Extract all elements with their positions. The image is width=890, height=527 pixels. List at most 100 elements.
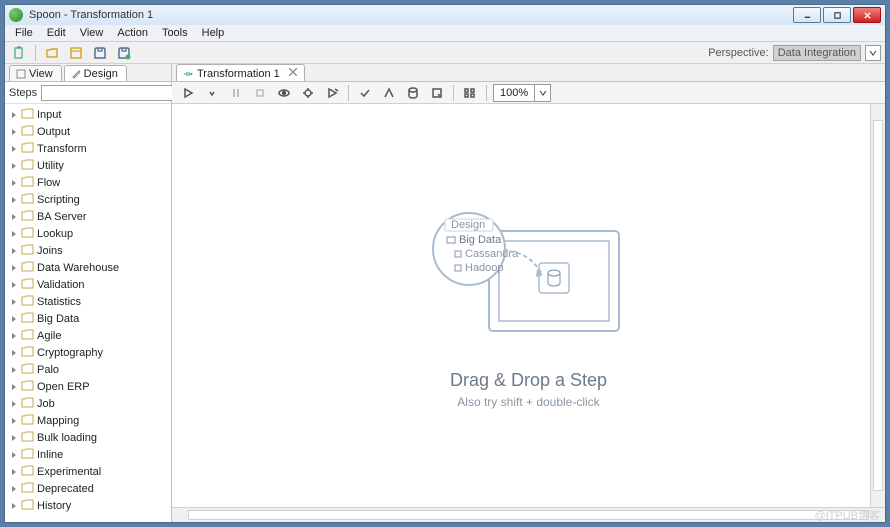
impact-button[interactable] — [379, 84, 399, 102]
folder-icon — [21, 278, 34, 292]
tree-node-flow[interactable]: Flow — [5, 174, 171, 191]
expand-arrow-icon[interactable] — [9, 314, 18, 323]
tree-node-lookup[interactable]: Lookup — [5, 225, 171, 242]
tree-node-ba-server[interactable]: BA Server — [5, 208, 171, 225]
tree-node-cryptography[interactable]: Cryptography — [5, 344, 171, 361]
explore-db-button[interactable] — [427, 84, 447, 102]
expand-arrow-icon[interactable] — [9, 127, 18, 136]
expand-arrow-icon[interactable] — [9, 144, 18, 153]
editor-tab-close-icon[interactable] — [288, 67, 298, 80]
tree-node-joins[interactable]: Joins — [5, 242, 171, 259]
show-results-button[interactable] — [460, 84, 480, 102]
menu-file[interactable]: File — [9, 26, 39, 40]
replay-button[interactable] — [322, 84, 342, 102]
expand-arrow-icon[interactable] — [9, 195, 18, 204]
expand-arrow-icon[interactable] — [9, 484, 18, 493]
expand-arrow-icon[interactable] — [9, 450, 18, 459]
stop-button[interactable] — [250, 84, 270, 102]
tree-node-input[interactable]: Input — [5, 106, 171, 123]
expand-arrow-icon[interactable] — [9, 229, 18, 238]
folder-icon — [21, 295, 34, 309]
menu-edit[interactable]: Edit — [41, 26, 72, 40]
expand-arrow-icon[interactable] — [9, 467, 18, 476]
open-file-button[interactable] — [42, 44, 62, 62]
tree-node-statistics[interactable]: Statistics — [5, 293, 171, 310]
menu-action[interactable]: Action — [111, 26, 154, 40]
expand-arrow-icon[interactable] — [9, 110, 18, 119]
steps-search-input[interactable] — [41, 85, 191, 101]
zoom-control[interactable]: 100% — [493, 84, 551, 102]
tree-node-inline[interactable]: Inline — [5, 446, 171, 463]
expand-arrow-icon[interactable] — [9, 280, 18, 289]
run-button[interactable] — [178, 84, 198, 102]
tree-node-label: Scripting — [37, 194, 80, 206]
tree-node-scripting[interactable]: Scripting — [5, 191, 171, 208]
tree-node-label: BA Server — [37, 211, 87, 223]
tree-node-history[interactable]: History — [5, 497, 171, 514]
tree-node-open-erp[interactable]: Open ERP — [5, 378, 171, 395]
new-file-button[interactable] — [9, 44, 29, 62]
menu-tools[interactable]: Tools — [156, 26, 194, 40]
expand-arrow-icon[interactable] — [9, 365, 18, 374]
scrollbar-horizontal[interactable] — [172, 507, 885, 522]
canvas[interactable]: Design Big Data Cassandra Hadoop Drag & — [172, 104, 885, 522]
menu-help[interactable]: Help — [196, 26, 231, 40]
tree-node-deprecated[interactable]: Deprecated — [5, 480, 171, 497]
expand-arrow-icon[interactable] — [9, 246, 18, 255]
save-as-button[interactable] — [114, 44, 134, 62]
tree-node-label: Utility — [37, 160, 64, 172]
main-toolbar: Perspective: Data Integration — [5, 42, 885, 64]
expand-arrow-icon[interactable] — [9, 178, 18, 187]
expand-arrow-icon[interactable] — [9, 212, 18, 221]
expand-arrow-icon[interactable] — [9, 416, 18, 425]
expand-arrow-icon[interactable] — [9, 263, 18, 272]
tree-node-label: Output — [37, 126, 70, 138]
tree-node-output[interactable]: Output — [5, 123, 171, 140]
sql-button[interactable] — [403, 84, 423, 102]
expand-arrow-icon[interactable] — [9, 433, 18, 442]
window-title: Spoon - Transformation 1 — [29, 9, 791, 21]
expand-arrow-icon[interactable] — [9, 348, 18, 357]
editor-tab-transformation[interactable]: Transformation 1 — [176, 64, 305, 81]
folder-icon — [21, 363, 34, 377]
tree-node-agile[interactable]: Agile — [5, 327, 171, 344]
debug-button[interactable] — [298, 84, 318, 102]
explore-button[interactable] — [66, 44, 86, 62]
verify-button[interactable] — [355, 84, 375, 102]
menu-view[interactable]: View — [74, 26, 110, 40]
steps-tree[interactable]: Input Output Transform Utility Flow Scripting… — [5, 104, 171, 522]
tree-node-palo[interactable]: Palo — [5, 361, 171, 378]
tab-design[interactable]: Design — [64, 65, 127, 81]
perspective-dropdown-button[interactable] — [865, 45, 881, 61]
tree-node-label: History — [37, 500, 71, 512]
expand-arrow-icon[interactable] — [9, 331, 18, 340]
tree-node-utility[interactable]: Utility — [5, 157, 171, 174]
preview-button[interactable] — [274, 84, 294, 102]
expand-arrow-icon[interactable] — [9, 297, 18, 306]
tree-node-experimental[interactable]: Experimental — [5, 463, 171, 480]
editor-tab-label: Transformation 1 — [197, 68, 280, 80]
maximize-button[interactable] — [823, 7, 851, 23]
scrollbar-vertical[interactable] — [870, 104, 885, 507]
tree-node-job[interactable]: Job — [5, 395, 171, 412]
tree-node-bulk-loading[interactable]: Bulk loading — [5, 429, 171, 446]
tree-node-big-data[interactable]: Big Data — [5, 310, 171, 327]
expand-arrow-icon[interactable] — [9, 382, 18, 391]
expand-arrow-icon[interactable] — [9, 501, 18, 510]
pause-button[interactable] — [226, 84, 246, 102]
minimize-button[interactable] — [793, 7, 821, 23]
tree-node-transform[interactable]: Transform — [5, 140, 171, 157]
tree-node-validation[interactable]: Validation — [5, 276, 171, 293]
tree-node-data-warehouse[interactable]: Data Warehouse — [5, 259, 171, 276]
expand-arrow-icon[interactable] — [9, 399, 18, 408]
save-button[interactable] — [90, 44, 110, 62]
tree-node-label: Validation — [37, 279, 85, 291]
close-button[interactable] — [853, 7, 881, 23]
expand-arrow-icon[interactable] — [9, 161, 18, 170]
zoom-dropdown-button[interactable] — [534, 85, 550, 101]
tree-node-mapping[interactable]: Mapping — [5, 412, 171, 429]
tab-view[interactable]: View — [9, 65, 62, 81]
run-dropdown-button[interactable] — [202, 84, 222, 102]
perspective-value[interactable]: Data Integration — [773, 45, 861, 61]
sidebar-tabs: View Design — [5, 64, 171, 82]
